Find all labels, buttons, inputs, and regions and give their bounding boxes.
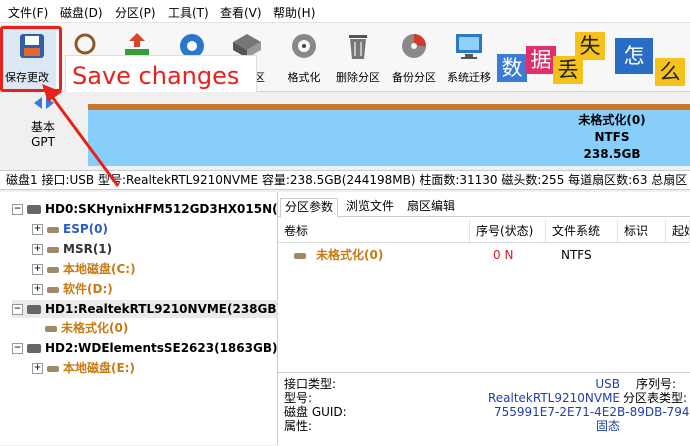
col-filesystem[interactable]: 文件系统 <box>546 220 618 242</box>
tab-partition-params[interactable]: 分区参数 <box>280 198 339 218</box>
backup-icon <box>402 34 426 58</box>
menu-partition[interactable]: 分区(P) <box>115 4 156 21</box>
row-name: 未格式化(0) <box>316 248 384 262</box>
toolbar-tool-system-migration[interactable]: 系统迁移 <box>437 25 501 89</box>
tree-partition-c[interactable]: + 本地磁盘(C:) <box>32 260 136 278</box>
expand-icon[interactable]: + <box>32 284 43 295</box>
toolbar-tool-delete-partition[interactable]: 删除分区 <box>326 25 390 89</box>
row-partition-icon <box>294 244 310 266</box>
disk-switch-arrows-icon[interactable] <box>32 96 56 110</box>
tree-partition-esp[interactable]: + ESP(0) <box>32 220 108 238</box>
partition-block-size: 238.5GB <box>583 147 641 161</box>
menu-help[interactable]: 帮助(H) <box>273 4 315 21</box>
row-index: 0 N <box>493 248 514 262</box>
col-index-status[interactable]: 序号(状态) <box>470 220 546 242</box>
banner-char: 怎 <box>615 38 653 74</box>
table-header: 卷标 序号(状态) 文件系统 标识 起始 <box>278 220 690 243</box>
collapse-icon[interactable]: − <box>12 204 23 215</box>
disk-type-gpt: GPT <box>31 135 55 149</box>
disk-details: 接口类型: 型号: 磁盘 GUID: 属性: USB RealtekRTL921… <box>278 372 690 446</box>
collapse-icon[interactable]: − <box>12 304 23 315</box>
partition-icon <box>45 325 57 332</box>
detail-label-partition-table: 分区表类型: <box>623 391 688 405</box>
partition-block-text: 未格式化(0) NTFS 238.5GB <box>562 112 662 163</box>
disk-info-line: 磁盘1 接口:USB 型号:RealtekRTL9210NVME 容量:238.… <box>0 170 690 190</box>
menu-disk[interactable]: 磁盘(D) <box>60 4 103 21</box>
tree-disk-hd2[interactable]: − HD2:WDElementsSE2623(1863GB) <box>12 339 277 357</box>
disk-type: 基本 GPT <box>0 92 86 168</box>
expand-icon[interactable]: + <box>32 264 43 275</box>
table-row[interactable]: 未格式化(0) 0 N NTFS <box>278 244 690 266</box>
partition-icon <box>47 266 59 273</box>
partition-block-name: 未格式化(0) <box>578 113 646 127</box>
disk-icon <box>27 205 41 214</box>
row-fs: NTFS <box>561 248 592 262</box>
partition-block[interactable]: 未格式化(0) NTFS 238.5GB <box>88 104 690 166</box>
collapse-icon[interactable]: − <box>12 343 23 354</box>
tab-browse-files[interactable]: 浏览文件 <box>342 198 398 216</box>
promo-banner[interactable]: 数 据 丢 失 怎 么 <box>497 26 690 88</box>
system-migration-icon <box>456 34 482 59</box>
menu-view[interactable]: 查看(V) <box>220 4 262 21</box>
tab-bar: 分区参数 浏览文件 扇区编辑 <box>278 198 690 218</box>
partition-icon <box>47 226 59 233</box>
disk-icon <box>27 305 41 314</box>
tree-partition-e[interactable]: + 本地磁盘(E:) <box>32 359 135 377</box>
menu-tools[interactable]: 工具(T) <box>168 4 209 21</box>
disk-type-basic: 基本 <box>30 120 55 134</box>
detail-label-attr: 属性: <box>284 419 313 433</box>
menu-bar: 文件(F) 磁盘(D) 分区(P) 工具(T) 查看(V) 帮助(H) <box>0 0 690 23</box>
detail-value-attr: 固态 <box>595 419 620 433</box>
col-start[interactable]: 起始 <box>666 220 690 242</box>
banner-char: 么 <box>655 58 685 86</box>
tree-disk-hd1[interactable]: − HD1:RealtekRTL9210NVME(238GB) <box>12 300 287 318</box>
delete-partition-label: 删除分区 <box>336 71 380 84</box>
banner-char: 据 <box>526 46 556 74</box>
partition-icon <box>47 365 59 372</box>
col-flag[interactable]: 标识 <box>618 220 666 242</box>
partition-icon <box>47 286 59 293</box>
disk-tree: − HD0:SKHynixHFM512GD3HX015N(477GB) + ESP(… <box>0 192 327 445</box>
disk-icon <box>27 344 41 353</box>
disk-map: 基本 GPT 未格式化(0) NTFS 238.5GB <box>0 92 690 168</box>
detail-value-guid: 755991E7-2E71-4E2B-89DB-79431 <box>494 405 690 419</box>
system-migration-label: 系统迁移 <box>447 71 491 84</box>
partition-icon <box>47 246 59 253</box>
banner-char: 丢 <box>553 56 583 84</box>
trash-icon <box>349 35 367 59</box>
expand-icon[interactable]: + <box>32 363 43 374</box>
save-highlight-box <box>0 26 62 92</box>
partition-block-fs: NTFS <box>594 130 630 144</box>
expand-icon[interactable]: + <box>32 224 43 235</box>
tree-partition-d[interactable]: + 软件(D:) <box>32 280 113 298</box>
banner-char: 失 <box>575 32 605 60</box>
format-icon <box>292 34 316 58</box>
tree-partition-msr[interactable]: + MSR(1) <box>32 240 112 258</box>
tab-sector-edit[interactable]: 扇区编辑 <box>403 198 459 216</box>
banner-char: 数 <box>497 54 527 82</box>
expand-icon[interactable]: + <box>32 244 43 255</box>
col-volume-label[interactable]: 卷标 <box>278 220 470 242</box>
save-changes-callout: Save changes <box>65 55 257 95</box>
menu-file[interactable]: 文件(F) <box>8 4 48 21</box>
partition-detail-panel: 分区参数 浏览文件 扇区编辑 卷标 序号(状态) 文件系统 标识 起始 未格式化… <box>278 192 690 446</box>
tree-partition-unformatted[interactable]: 未格式化(0) <box>45 319 128 337</box>
